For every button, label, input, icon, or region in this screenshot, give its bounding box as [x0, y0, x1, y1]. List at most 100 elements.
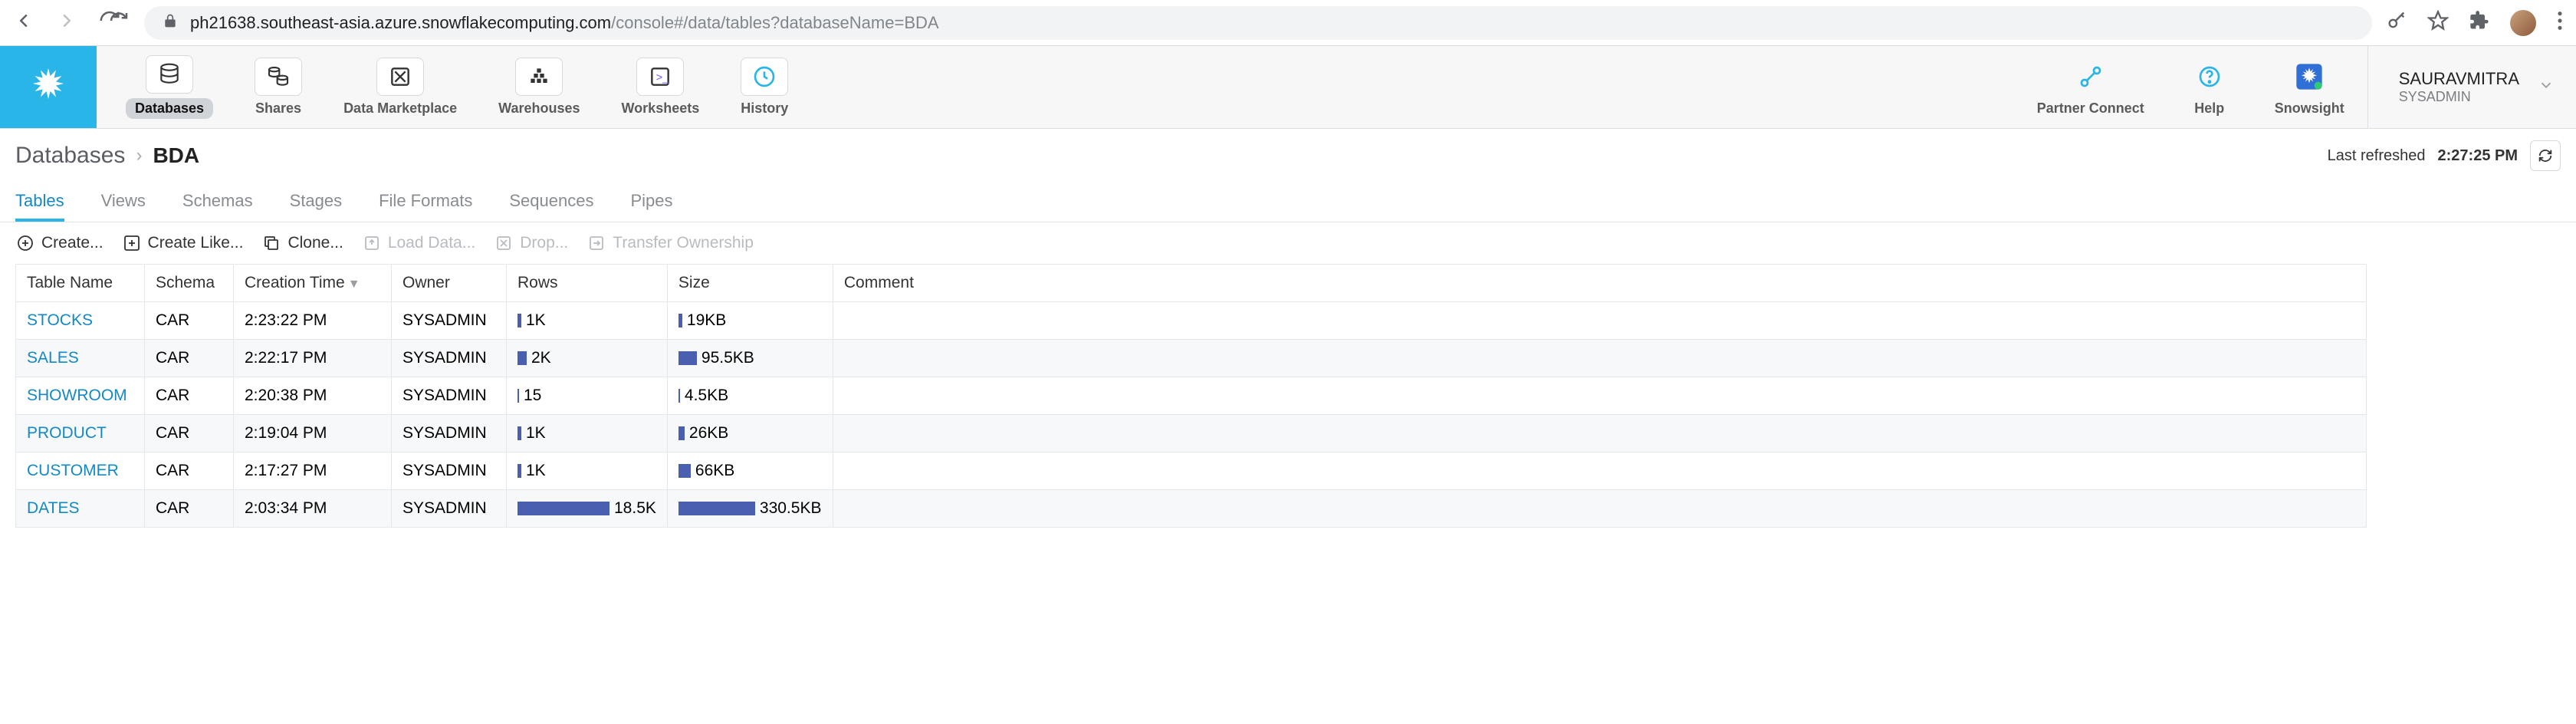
- column-header[interactable]: Size: [667, 265, 833, 302]
- chevron-right-icon: ›: [136, 145, 142, 166]
- cell-rows: 1K: [507, 302, 668, 340]
- cell-time: 2:22:17 PM: [234, 340, 392, 377]
- cell-comment: [833, 340, 2366, 377]
- table-name-link[interactable]: SHOWROOM: [27, 387, 127, 404]
- snowsight-icon: [2285, 58, 2333, 96]
- worksheet-icon: >_: [636, 58, 684, 96]
- cell-comment: [833, 452, 2366, 490]
- table-row[interactable]: PRODUCTCAR2:19:04 PMSYSADMIN1K26KB: [16, 415, 2367, 452]
- action-drop: Drop...: [494, 233, 568, 253]
- column-header[interactable]: Comment: [833, 265, 2366, 302]
- cell-time: 2:03:34 PM: [234, 490, 392, 528]
- shares-icon: [255, 58, 302, 96]
- cell-time: 2:17:27 PM: [234, 452, 392, 490]
- cell-owner: SYSADMIN: [392, 452, 507, 490]
- action-label: Drop...: [520, 234, 568, 252]
- url-host: ph21638.southeast-asia.azure.snowflakeco…: [190, 13, 611, 32]
- table-name-link[interactable]: PRODUCT: [27, 424, 107, 442]
- action-label: Load Data...: [388, 234, 475, 252]
- cell-schema: CAR: [145, 377, 234, 415]
- user-name: SAURAVMITRA: [2399, 69, 2519, 89]
- column-header[interactable]: Creation Time▼: [234, 265, 392, 302]
- column-header[interactable]: Table Name: [16, 265, 145, 302]
- nav-warehouses[interactable]: Warehouses: [498, 58, 580, 117]
- forward-icon[interactable]: [55, 9, 78, 36]
- nav-label: History: [741, 100, 788, 117]
- cell-size: 330.5KB: [667, 490, 833, 528]
- tab-tables[interactable]: Tables: [15, 183, 64, 222]
- action-label: Create...: [41, 234, 104, 252]
- nav-history[interactable]: History: [741, 58, 788, 117]
- cell-size: 4.5KB: [667, 377, 833, 415]
- column-header[interactable]: Rows: [507, 265, 668, 302]
- cell-schema: CAR: [145, 452, 234, 490]
- table-name-link[interactable]: STOCKS: [27, 311, 93, 329]
- nav-shares[interactable]: Shares: [255, 58, 302, 117]
- user-role: SYSADMIN: [2399, 89, 2519, 105]
- column-header[interactable]: Schema: [145, 265, 234, 302]
- nav-worksheets[interactable]: >_Worksheets: [622, 58, 700, 117]
- table-row[interactable]: CUSTOMERCAR2:17:27 PMSYSADMIN1K66KB: [16, 452, 2367, 490]
- tab-schemas[interactable]: Schemas: [182, 183, 253, 222]
- cell-schema: CAR: [145, 415, 234, 452]
- tab-stages[interactable]: Stages: [290, 183, 343, 222]
- cell-size: 26KB: [667, 415, 833, 452]
- column-header[interactable]: Owner: [392, 265, 507, 302]
- kebab-icon[interactable]: [2556, 10, 2564, 35]
- cell-schema: CAR: [145, 302, 234, 340]
- tab-file-formats[interactable]: File Formats: [379, 183, 472, 222]
- cell-size: 95.5KB: [667, 340, 833, 377]
- star-icon[interactable]: [2427, 10, 2449, 35]
- nav-data-marketplace[interactable]: Data Marketplace: [343, 58, 457, 117]
- nav-help[interactable]: Help: [2186, 58, 2233, 117]
- cell-rows: 1K: [507, 415, 668, 452]
- extensions-icon[interactable]: [2469, 10, 2490, 35]
- table-row[interactable]: STOCKSCAR2:23:22 PMSYSADMIN1K19KB: [16, 302, 2367, 340]
- tab-views[interactable]: Views: [101, 183, 146, 222]
- table-name-link[interactable]: SALES: [27, 349, 79, 367]
- url-bar[interactable]: ph21638.southeast-asia.azure.snowflakeco…: [144, 6, 2372, 40]
- sort-desc-icon: ▼: [348, 278, 360, 291]
- cell-comment: [833, 415, 2366, 452]
- reload-icon[interactable]: [107, 9, 130, 36]
- profile-avatar[interactable]: [2510, 10, 2536, 36]
- tab-sequences[interactable]: Sequences: [509, 183, 593, 222]
- database-icon: [146, 55, 193, 94]
- table-row[interactable]: SHOWROOMCAR2:20:38 PMSYSADMIN154.5KB: [16, 377, 2367, 415]
- cell-owner: SYSADMIN: [392, 340, 507, 377]
- breadcrumb-root[interactable]: Databases: [15, 143, 125, 169]
- table-row[interactable]: DATESCAR2:03:34 PMSYSADMIN18.5K330.5KB: [16, 490, 2367, 528]
- browser-chrome: ph21638.southeast-asia.azure.snowflakeco…: [0, 0, 2576, 46]
- table-name-link[interactable]: DATES: [27, 499, 79, 517]
- tab-pipes[interactable]: Pipes: [630, 183, 672, 222]
- refresh-button[interactable]: [2530, 140, 2561, 171]
- nav-partner-connect[interactable]: Partner Connect: [2037, 58, 2144, 117]
- nav-snowsight[interactable]: Snowsight: [2275, 58, 2344, 117]
- nav-label: Warehouses: [498, 100, 580, 117]
- brand-logo[interactable]: [0, 46, 97, 128]
- back-icon[interactable]: [12, 9, 35, 36]
- key-icon[interactable]: [2386, 10, 2407, 35]
- action-create[interactable]: Create...: [15, 233, 104, 253]
- clone-icon: [261, 233, 281, 253]
- table-row[interactable]: SALESCAR2:22:17 PMSYSADMIN2K95.5KB: [16, 340, 2367, 377]
- svg-text:>_: >_: [656, 71, 670, 84]
- nav-databases[interactable]: Databases: [126, 55, 213, 119]
- cell-owner: SYSADMIN: [392, 302, 507, 340]
- table-name-link[interactable]: CUSTOMER: [27, 462, 119, 479]
- action-load-data: Load Data...: [362, 233, 475, 253]
- cell-rows: 1K: [507, 452, 668, 490]
- user-menu[interactable]: SAURAVMITRA SYSADMIN: [2367, 46, 2576, 128]
- partner-icon: [2067, 58, 2114, 96]
- last-refreshed-time: 2:27:25 PM: [2438, 147, 2518, 165]
- action-label: Create Like...: [148, 234, 244, 252]
- action-create-like[interactable]: Create Like...: [122, 233, 244, 253]
- history-icon: [741, 58, 788, 96]
- load-icon: [362, 233, 382, 253]
- warehouse-icon: [515, 58, 563, 96]
- nav-label: Help: [2194, 100, 2224, 117]
- cell-owner: SYSADMIN: [392, 490, 507, 528]
- cell-comment: [833, 377, 2366, 415]
- action-clone[interactable]: Clone...: [261, 233, 343, 253]
- cell-schema: CAR: [145, 490, 234, 528]
